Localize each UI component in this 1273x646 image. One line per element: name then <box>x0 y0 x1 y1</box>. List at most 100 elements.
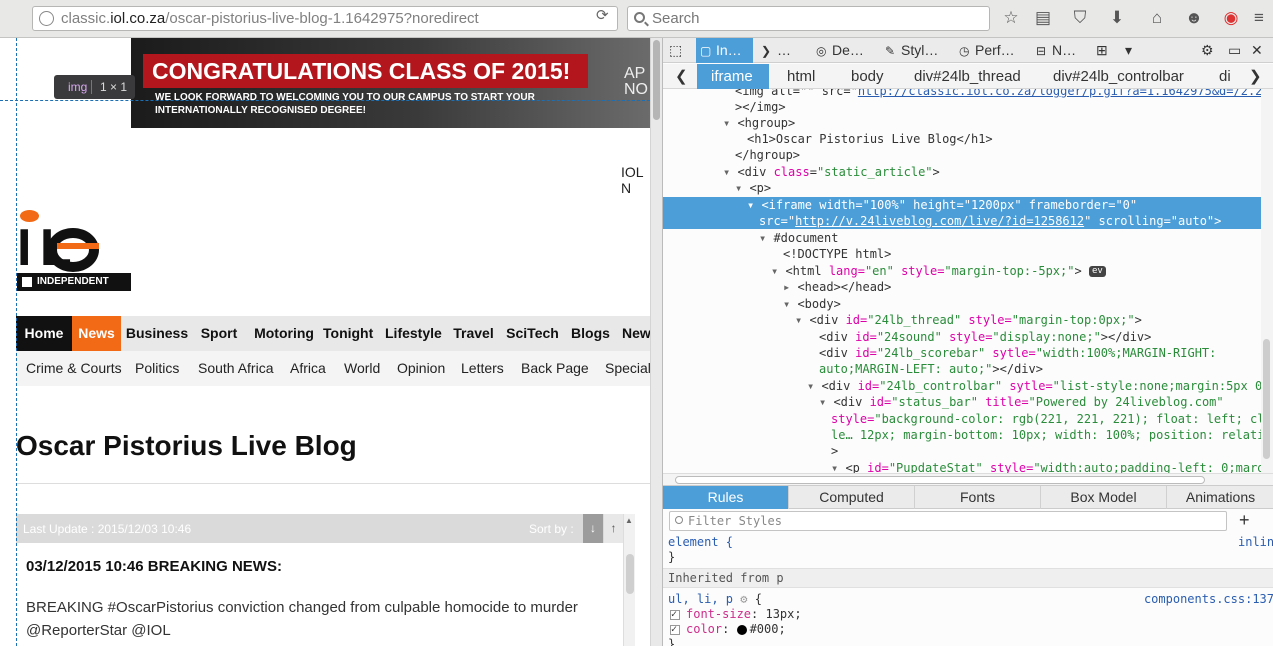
tab-inspector[interactable]: ▢ In… <box>696 38 753 63</box>
download-icon[interactable]: ⬇ <box>1107 8 1127 28</box>
markup-line[interactable]: ▾ <p id="PupdateStat" style="width:auto;… <box>663 460 1273 473</box>
url-bar[interactable]: classic.iol.co.za/oscar-pistorius-live-b… <box>32 6 618 31</box>
nav-home[interactable]: Home <box>16 316 72 351</box>
nav-crime-courts[interactable]: Crime & Courts <box>26 351 122 386</box>
markup-line[interactable]: ▾ #document <box>663 230 1273 246</box>
markup-line[interactable]: ▾ <div class="static_article"> <box>663 164 1273 180</box>
tab-box-model[interactable]: Box Model <box>1041 486 1167 509</box>
nav-world[interactable]: World <box>344 351 380 386</box>
rule-property[interactable]: font-size: 13px; <box>668 607 802 622</box>
nav-politics[interactable]: Politics <box>135 351 179 386</box>
expand-triangle-icon[interactable]: ▾ <box>747 198 761 212</box>
markup-line[interactable]: > <box>663 443 1273 459</box>
responsive-icon[interactable]: ⊞ <box>1096 38 1120 63</box>
sort-desc-button[interactable]: ↓ <box>583 514 603 543</box>
markup-hscroll-thumb[interactable] <box>675 476 1205 484</box>
scroll-up-icon[interactable]: ▲ <box>625 516 633 525</box>
nav-tonight[interactable]: Tonight <box>323 316 373 351</box>
search-input[interactable]: Search <box>627 6 990 31</box>
tab-network[interactable]: ⊟ N… <box>1036 38 1091 63</box>
add-rule-button[interactable]: + <box>1239 510 1253 530</box>
blog-scrollbar[interactable]: ▲ <box>623 514 635 646</box>
markup-line[interactable]: ▸ <head></head> <box>663 279 1273 295</box>
expand-triangle-icon[interactable]: ▾ <box>723 165 737 179</box>
nav-letters[interactable]: Letters <box>461 351 504 386</box>
markup-vertical-scrollbar[interactable] <box>1261 89 1273 473</box>
markup-line[interactable]: ▾ <body> <box>663 296 1273 312</box>
markup-line[interactable]: ></img> <box>663 99 1273 115</box>
rule-source-inline[interactable]: inline <box>1238 535 1273 549</box>
expand-triangle-icon[interactable]: ▾ <box>759 231 773 245</box>
nav-africa[interactable]: Africa <box>290 351 326 386</box>
rule-property[interactable]: color: #000; <box>668 622 786 637</box>
blog-scroll-thumb[interactable] <box>626 554 634 594</box>
nav-sport[interactable]: Sport <box>199 316 239 351</box>
reading-list-icon[interactable]: ▤ <box>1033 8 1053 28</box>
property-name[interactable]: color <box>686 622 722 636</box>
tab-rules[interactable]: Rules <box>663 486 789 509</box>
tab-animations[interactable]: Animations <box>1167 486 1273 509</box>
markup-line[interactable]: auto;MARGIN-LEFT: auto;"></div> <box>663 361 1273 377</box>
markup-line[interactable]: ▾ <div id="24lb_controlbar" sytle="list-… <box>663 378 1273 394</box>
home-icon[interactable]: ⌂ <box>1147 8 1167 28</box>
markup-link[interactable]: http://classic.iol.co.za/logger/p.gif?a=… <box>858 89 1273 98</box>
markup-line[interactable]: ▾ <div id="24lb_thread" style="margin-to… <box>663 312 1273 328</box>
rule-selector[interactable]: element { <box>668 535 733 550</box>
iol-logo[interactable]: I L INDEPENDENT <box>17 210 131 292</box>
tab-console[interactable]: ❯… <box>761 38 806 63</box>
breadcrumb-html[interactable]: html <box>787 64 815 89</box>
property-checkbox[interactable] <box>670 622 680 637</box>
markup-line[interactable]: ▾ <hgroup> <box>663 115 1273 131</box>
markup-line[interactable]: </hgroup> <box>663 147 1273 163</box>
markup-line-selected[interactable]: ▾ <iframe width="100%" height="1200px" f… <box>663 197 1273 214</box>
reload-icon[interactable]: ⟳ <box>596 8 610 23</box>
tab-debugger[interactable]: ◎ De… <box>816 38 876 63</box>
breadcrumb-back-icon[interactable]: ❮ <box>675 64 691 89</box>
expand-triangle-icon[interactable]: ▾ <box>831 461 845 473</box>
expand-triangle-icon[interactable]: ▾ <box>771 264 785 278</box>
rule-selector[interactable]: ul, li, p ⚙ { <box>668 592 762 607</box>
breadcrumb-iframe[interactable]: iframe <box>697 64 769 89</box>
markup-vscroll-thumb[interactable] <box>1263 339 1270 459</box>
star-icon[interactable]: ☆ <box>1001 8 1021 28</box>
breadcrumb-forward-icon[interactable]: ❯ <box>1249 64 1262 89</box>
breadcrumb-controlbar[interactable]: div#24lb_controlbar <box>1053 64 1184 89</box>
chrome-icon[interactable]: ◉ <box>1221 8 1241 28</box>
tab-fonts[interactable]: Fonts <box>915 486 1041 509</box>
dock-icon[interactable]: ▭ <box>1228 38 1244 63</box>
nav-blogs[interactable]: Blogs <box>571 316 610 351</box>
rule-settings-icon[interactable]: ⚙ <box>740 592 747 606</box>
breadcrumb-div[interactable]: di <box>1219 64 1231 89</box>
ad-banner[interactable]: CONGRATULATIONS CLASS OF 2015! WE LOOK F… <box>131 38 650 128</box>
header-text[interactable]: IOL N <box>621 164 650 196</box>
color-swatch-icon[interactable] <box>736 624 747 635</box>
property-name[interactable]: font-size <box>686 607 751 621</box>
expand-triangle-icon[interactable]: ▾ <box>807 379 821 393</box>
nav-scitech[interactable]: SciTech <box>506 316 559 351</box>
expand-triangle-icon[interactable]: ▾ <box>735 181 749 195</box>
property-value[interactable]: #000; <box>750 622 786 636</box>
menu-icon[interactable]: ≡ <box>1249 8 1269 28</box>
settings-icon[interactable]: ⚙ <box>1201 38 1219 63</box>
markup-link[interactable]: http://v.24liveblog.com/live/?id=1258612 <box>795 214 1084 228</box>
nav-motoring[interactable]: Motoring <box>250 316 318 351</box>
markup-line[interactable]: ▾ <html lang="en" style="margin-top:-5px… <box>663 263 1273 279</box>
expand-triangle-icon[interactable]: ▾ <box>795 313 809 327</box>
pick-element-icon[interactable]: ⬚ <box>669 38 689 63</box>
markup-horizontal-scrollbar[interactable] <box>663 473 1273 485</box>
markup-line-selected[interactable]: src="http://v.24liveblog.com/live/?id=12… <box>663 213 1273 230</box>
tab-computed[interactable]: Computed <box>789 486 915 509</box>
markup-line[interactable]: <img alt="" src="http://classic.iol.co.z… <box>663 89 1273 99</box>
markup-line[interactable]: style="background-color: rgb(221, 221, 2… <box>663 411 1273 427</box>
tab-performance[interactable]: ◷ Perf… <box>959 38 1029 63</box>
collapse-triangle-icon[interactable]: ▸ <box>783 280 797 294</box>
more-tools-icon[interactable]: ▾ <box>1125 38 1141 63</box>
page-scroll-thumb[interactable] <box>653 40 660 120</box>
markup-line[interactable]: <!DOCTYPE html> <box>663 246 1273 262</box>
markup-line[interactable]: <div id="24lb_scorebar" sytle="width:100… <box>663 345 1273 361</box>
markup-line[interactable]: ▾ <p> <box>663 180 1273 196</box>
markup-line[interactable]: le… 12px; margin-bottom: 10px; width: 10… <box>663 427 1273 443</box>
markup-line[interactable]: <div id="24sound" style="display:none;">… <box>663 329 1273 345</box>
page-scrollbar[interactable] <box>650 38 662 646</box>
expand-triangle-icon[interactable]: ▾ <box>723 116 737 130</box>
